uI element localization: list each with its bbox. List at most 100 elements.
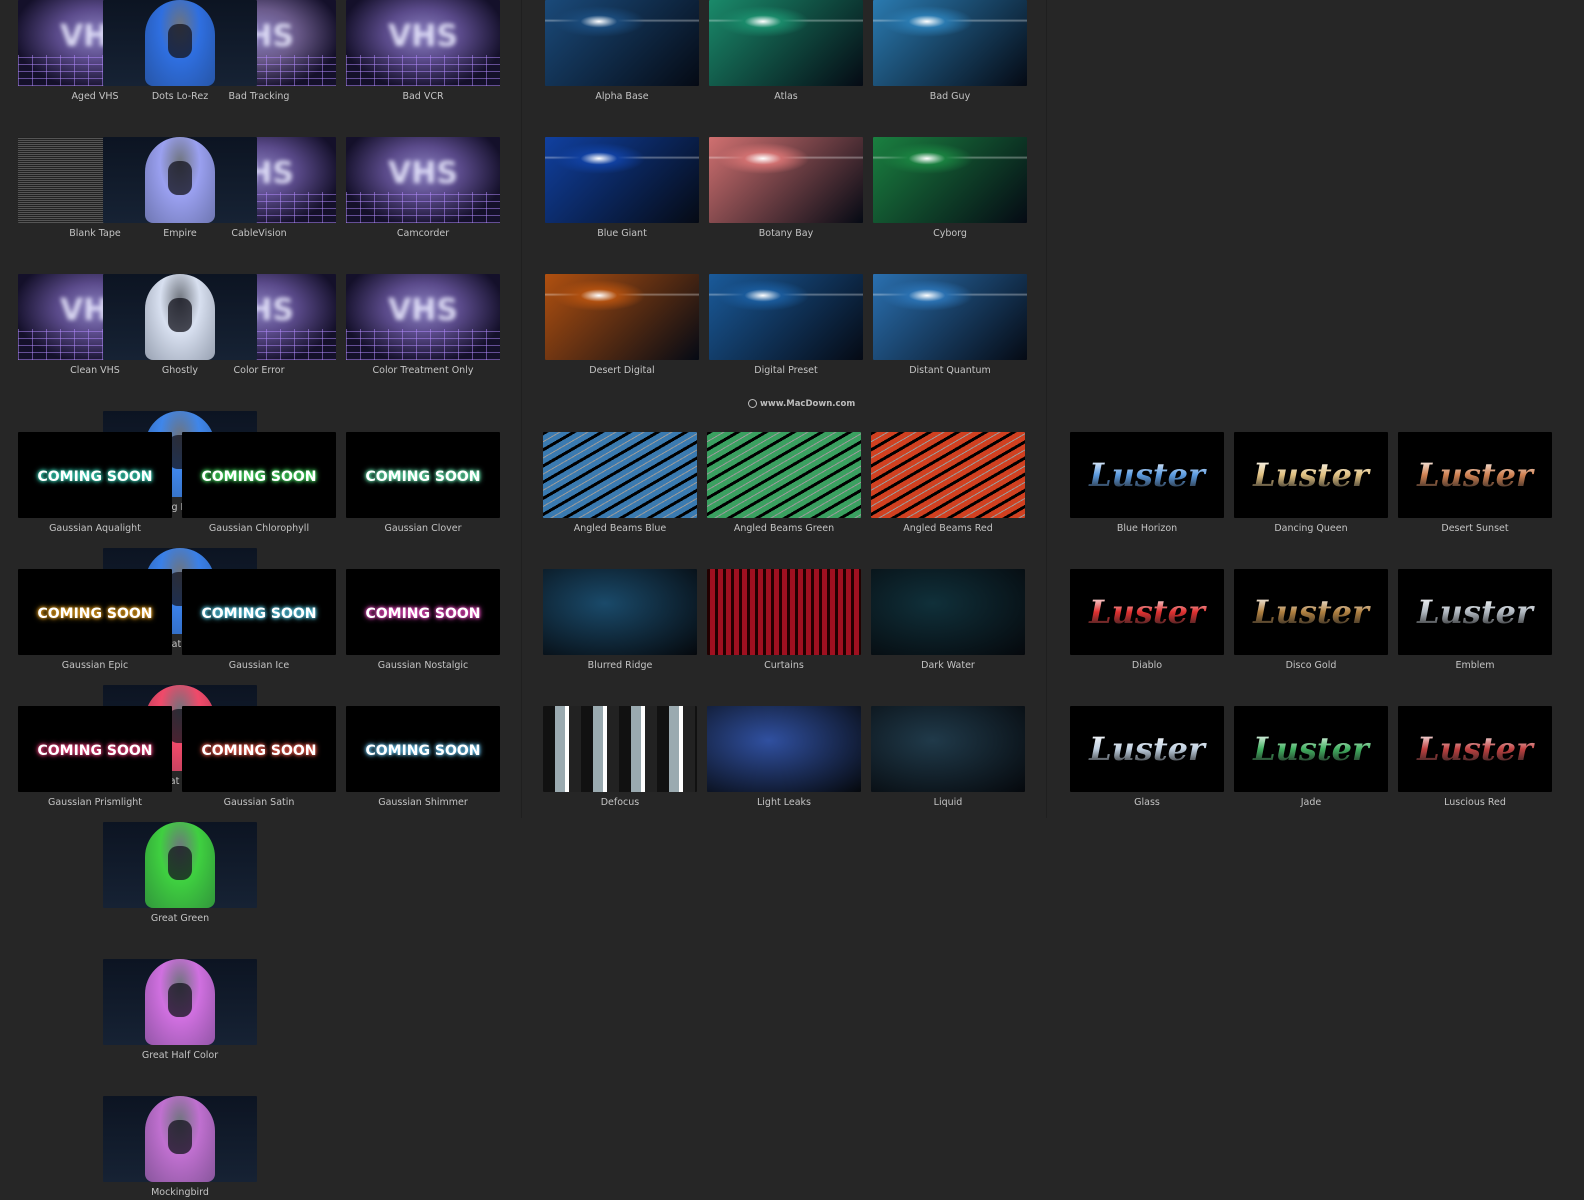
effect-item[interactable]: COMING SOON Gaussian Shimmer	[346, 706, 500, 810]
effect-thumbnail[interactable]: Luster	[1070, 706, 1224, 792]
effect-thumbnail[interactable]: Luster	[1234, 569, 1388, 655]
effect-thumbnail[interactable]: VHS	[346, 137, 500, 223]
thumbnail-art-text: COMING SOON	[365, 743, 481, 759]
effect-item[interactable]: Light Leaks	[707, 706, 861, 810]
effect-thumbnail[interactable]	[103, 0, 257, 86]
effect-item[interactable]: COMING SOON Gaussian Clover	[346, 432, 500, 536]
effect-thumbnail[interactable]	[709, 137, 863, 223]
effect-item[interactable]: Luster Diablo	[1070, 569, 1224, 673]
effect-item[interactable]: Luster Glass	[1070, 706, 1224, 810]
effect-thumbnail[interactable]	[873, 137, 1027, 223]
effect-thumbnail[interactable]: COMING SOON	[346, 706, 500, 792]
effect-item[interactable]: Luster Luscious Red	[1398, 706, 1552, 810]
effect-thumbnail[interactable]: Luster	[1234, 432, 1388, 518]
effect-item[interactable]: COMING SOON Gaussian Satin	[182, 706, 336, 810]
effect-thumbnail[interactable]	[709, 274, 863, 360]
effect-thumbnail[interactable]: VHS	[346, 0, 500, 86]
effect-item[interactable]: Luster Emblem	[1398, 569, 1552, 673]
effect-item[interactable]: Luster Dancing Queen	[1234, 432, 1388, 536]
effects-panel-bg: Angled Beams Blue Angled Beams Green Angle…	[543, 432, 1025, 810]
effect-thumbnail[interactable]	[871, 432, 1025, 518]
effect-item[interactable]: Mockingbird	[103, 1096, 257, 1200]
effect-thumbnail[interactable]: COMING SOON	[182, 706, 336, 792]
effect-item[interactable]: Distant Quantum	[873, 274, 1027, 378]
effect-thumbnail[interactable]: Luster	[1234, 706, 1388, 792]
effect-label: Bad Guy	[929, 91, 971, 102]
effect-thumbnail[interactable]	[873, 0, 1027, 86]
effect-item[interactable]: Great Half Color	[103, 959, 257, 1063]
effect-item[interactable]: Luster Desert Sunset	[1398, 432, 1552, 536]
effect-item[interactable]: Angled Beams Green	[707, 432, 861, 536]
effect-item[interactable]: Luster Disco Gold	[1234, 569, 1388, 673]
effect-item[interactable]: Atlas	[709, 0, 863, 104]
effect-item[interactable]: Digital Preset	[709, 274, 863, 378]
effect-thumbnail[interactable]: COMING SOON	[182, 569, 336, 655]
effect-thumbnail[interactable]: VHS	[346, 274, 500, 360]
effect-item[interactable]: Desert Digital	[545, 274, 699, 378]
effect-thumbnail[interactable]	[707, 432, 861, 518]
effect-thumbnail[interactable]	[707, 706, 861, 792]
effect-item[interactable]: Cyborg	[873, 137, 1027, 241]
effect-item[interactable]: Liquid	[871, 706, 1025, 810]
effect-label: Jade	[1300, 797, 1322, 808]
effect-label: Empire	[163, 228, 197, 239]
hooded-figure	[145, 0, 215, 86]
effect-item[interactable]: Blue Giant	[545, 137, 699, 241]
effect-item[interactable]: Defocus	[543, 706, 697, 810]
effect-item[interactable]: Botany Bay	[709, 137, 863, 241]
effect-item[interactable]: VHS Color Treatment Only	[346, 274, 500, 378]
effect-thumbnail[interactable]	[873, 274, 1027, 360]
effect-item[interactable]: Blurred Ridge	[543, 569, 697, 673]
hooded-figure	[145, 137, 215, 223]
effect-item[interactable]: Angled Beams Red	[871, 432, 1025, 536]
effect-label: Great Half Color	[141, 1050, 219, 1061]
effect-item[interactable]: Ghostly	[103, 274, 257, 378]
effect-thumbnail[interactable]	[545, 0, 699, 86]
effect-thumbnail[interactable]	[707, 569, 861, 655]
effect-thumbnail[interactable]	[103, 1096, 257, 1182]
effect-thumbnail[interactable]	[103, 274, 257, 360]
effect-thumbnail[interactable]	[545, 137, 699, 223]
effect-thumbnail[interactable]: Luster	[1398, 706, 1552, 792]
effect-thumbnail[interactable]: COMING SOON	[18, 569, 172, 655]
effect-thumbnail[interactable]	[545, 274, 699, 360]
effect-thumbnail[interactable]: COMING SOON	[346, 569, 500, 655]
effect-item[interactable]: Bad Guy	[873, 0, 1027, 104]
effect-thumbnail[interactable]	[709, 0, 863, 86]
effect-item[interactable]: Angled Beams Blue	[543, 432, 697, 536]
effect-thumbnail[interactable]: COMING SOON	[182, 432, 336, 518]
effect-item[interactable]: COMING SOON Gaussian Prismlight	[18, 706, 172, 810]
thumbnail-art-text: COMING SOON	[37, 469, 153, 485]
effect-item[interactable]: Curtains	[707, 569, 861, 673]
effect-item[interactable]: COMING SOON Gaussian Aqualight	[18, 432, 172, 536]
effect-item[interactable]: Empire	[103, 137, 257, 241]
effect-item[interactable]: Dots Lo-Rez	[103, 0, 257, 104]
effect-thumbnail[interactable]	[103, 822, 257, 908]
effect-thumbnail[interactable]	[103, 137, 257, 223]
effect-thumbnail[interactable]: COMING SOON	[346, 432, 500, 518]
effect-item[interactable]: COMING SOON Gaussian Nostalgic	[346, 569, 500, 673]
effect-thumbnail[interactable]: Luster	[1070, 569, 1224, 655]
effect-item[interactable]: VHS Camcorder	[346, 137, 500, 241]
effect-thumbnail[interactable]	[871, 706, 1025, 792]
effect-thumbnail[interactable]	[543, 569, 697, 655]
effect-item[interactable]: COMING SOON Gaussian Ice	[182, 569, 336, 673]
effect-thumbnail[interactable]: Luster	[1398, 432, 1552, 518]
effect-thumbnail[interactable]: COMING SOON	[18, 432, 172, 518]
effect-item[interactable]: COMING SOON Gaussian Chlorophyll	[182, 432, 336, 536]
effect-thumbnail[interactable]: Luster	[1070, 432, 1224, 518]
effect-item[interactable]: Great Green	[103, 822, 257, 926]
effect-item[interactable]: Luster Blue Horizon	[1070, 432, 1224, 536]
effect-item[interactable]: COMING SOON Gaussian Epic	[18, 569, 172, 673]
effect-thumbnail[interactable]	[103, 959, 257, 1045]
effect-item[interactable]: Luster Jade	[1234, 706, 1388, 810]
effect-thumbnail[interactable]	[543, 432, 697, 518]
effect-thumbnail[interactable]	[543, 706, 697, 792]
hooded-figure	[145, 274, 215, 360]
effect-thumbnail[interactable]: Luster	[1398, 569, 1552, 655]
effect-item[interactable]: VHS Bad VCR	[346, 0, 500, 104]
effect-item[interactable]: Alpha Base	[545, 0, 699, 104]
effect-thumbnail[interactable]: COMING SOON	[18, 706, 172, 792]
effect-thumbnail[interactable]	[871, 569, 1025, 655]
effect-item[interactable]: Dark Water	[871, 569, 1025, 673]
